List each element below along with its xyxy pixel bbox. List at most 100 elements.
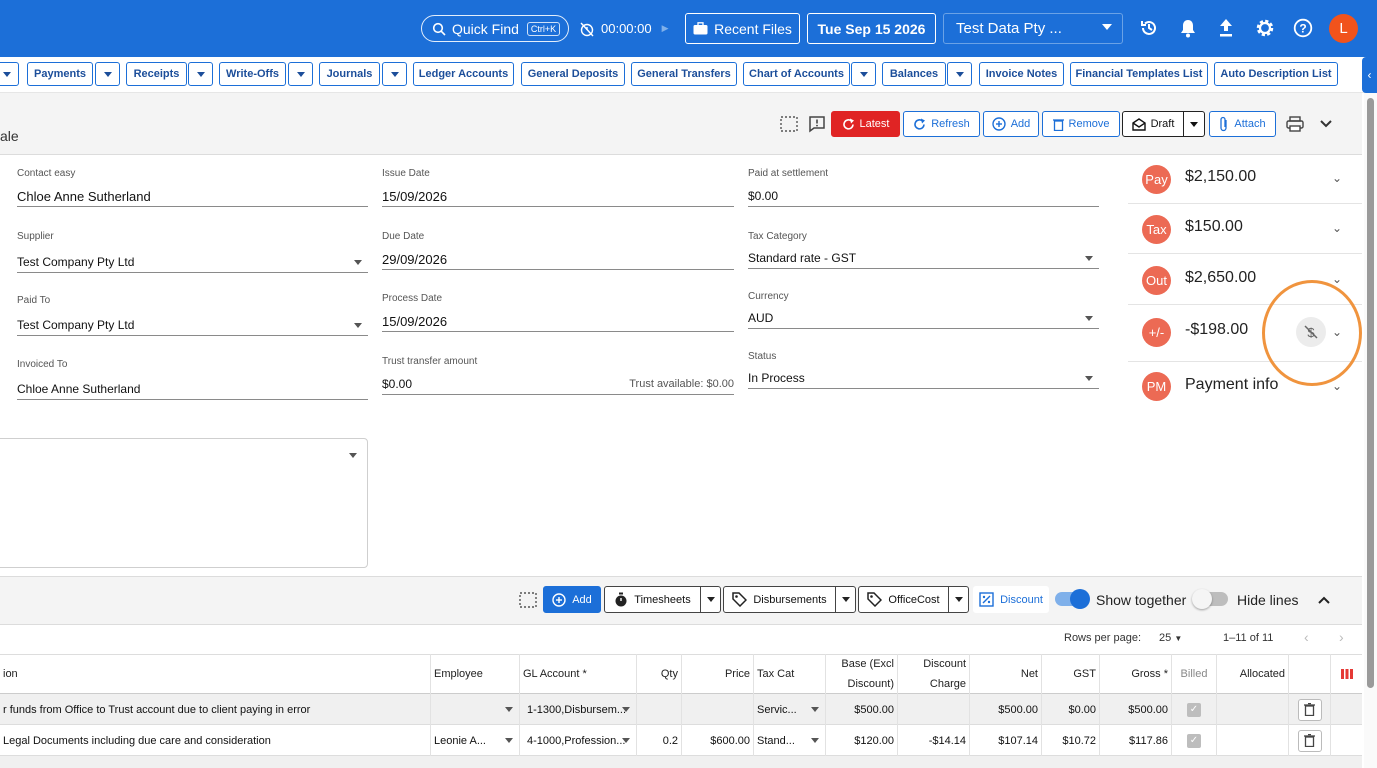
summary-pay[interactable]: Pay $2,150.00 ⌄ <box>1128 154 1362 204</box>
select-area-icon[interactable] <box>779 114 799 134</box>
nav-chart-dropdown[interactable] <box>851 62 876 86</box>
col-qty[interactable]: Qty <box>637 654 682 694</box>
issue-date-field[interactable]: 15/09/2026 <box>382 186 734 207</box>
add-line-button[interactable]: Add <box>543 586 601 613</box>
nav-payments[interactable]: Payments <box>27 62 93 86</box>
col-billed[interactable]: Billed <box>1172 654 1217 694</box>
timesheets-dropdown[interactable] <box>700 586 721 613</box>
nav-general-deposits[interactable]: General Deposits <box>521 62 625 86</box>
col-discount[interactable]: Discount Charge <box>898 654 970 694</box>
nav-financial-templates[interactable]: Financial Templates List <box>1070 62 1208 86</box>
quick-find-button[interactable]: Quick Find Ctrl+K <box>421 15 569 42</box>
table-row[interactable]: r funds from Office to Trust account due… <box>0 694 1362 725</box>
summary-tax[interactable]: Tax $150.00 ⌄ <box>1128 204 1362 254</box>
nav-receipts-dropdown[interactable] <box>188 62 213 86</box>
next-page-icon[interactable]: › <box>1339 629 1344 645</box>
col-employee[interactable]: Employee <box>431 654 520 694</box>
cell-price[interactable]: $600.00 <box>682 725 754 756</box>
col-allocated[interactable]: Allocated <box>1217 654 1289 694</box>
nav-chart-of-accounts[interactable]: Chart of Accounts <box>743 62 850 86</box>
nav-journals-dropdown[interactable] <box>382 62 407 86</box>
attach-button[interactable]: Attach <box>1209 111 1276 137</box>
nav-balances-dropdown[interactable] <box>947 62 972 86</box>
nav-dropdown-partial[interactable] <box>0 62 19 86</box>
rows-per-page-select[interactable]: 25 ▼ <box>1159 632 1182 644</box>
scrollbar-thumb[interactable] <box>1367 98 1374 688</box>
comment-alert-icon[interactable] <box>807 114 827 134</box>
nav-balances[interactable]: Balances <box>882 62 946 86</box>
contact-field[interactable]: Chloe Anne Sutherland <box>17 186 368 207</box>
cell-employee[interactable]: Leonie A... <box>431 725 520 756</box>
billed-checkbox[interactable]: ✓ <box>1187 702 1201 717</box>
paid-at-settlement-field[interactable]: $0.00 <box>748 186 1099 207</box>
col-description[interactable]: ion <box>0 654 431 694</box>
timer[interactable]: 00:00:00 ▶ <box>573 15 677 42</box>
notes-field[interactable] <box>0 438 368 568</box>
tax-category-select[interactable]: Standard rate - GST <box>748 248 1099 269</box>
organisation-select[interactable]: Test Data Pty ... <box>943 13 1123 44</box>
hide-lines-toggle[interactable] <box>1192 589 1228 609</box>
chevron-down-icon[interactable]: ⌄ <box>1332 221 1342 235</box>
officecost-button[interactable]: OfficeCost <box>858 586 949 613</box>
nav-ledger-accounts[interactable]: Ledger Accounts <box>413 62 514 86</box>
cell-employee[interactable] <box>431 694 520 725</box>
columns-icon[interactable] <box>1331 654 1362 694</box>
col-price[interactable]: Price <box>682 654 754 694</box>
col-gross[interactable]: Gross * <box>1100 654 1172 694</box>
disbursements-dropdown[interactable] <box>835 586 856 613</box>
nav-auto-description[interactable]: Auto Description List <box>1214 62 1338 86</box>
nav-write-offs-dropdown[interactable] <box>288 62 313 86</box>
cell-price[interactable] <box>682 694 754 725</box>
col-gl-account[interactable]: GL Account * <box>520 654 637 694</box>
timesheets-button[interactable]: Timesheets <box>604 586 701 613</box>
disbursements-button[interactable]: Disbursements <box>723 586 836 613</box>
discount-button[interactable]: Discount <box>973 586 1049 613</box>
print-icon[interactable] <box>1285 114 1305 134</box>
table-row[interactable] <box>0 756 1362 768</box>
recent-files-button[interactable]: Recent Files <box>685 13 800 44</box>
nav-write-offs[interactable]: Write-Offs <box>219 62 286 86</box>
cell-gl-account[interactable]: 4-1000,Profession... <box>520 725 637 756</box>
prev-page-icon[interactable]: ‹ <box>1304 629 1309 645</box>
gear-icon[interactable] <box>1254 17 1276 39</box>
col-gst[interactable]: GST <box>1042 654 1100 694</box>
cell-tax-cat[interactable]: Stand... <box>754 725 826 756</box>
col-tax-cat[interactable]: Tax Cat <box>754 654 826 694</box>
cell-billed[interactable]: ✓ <box>1172 725 1217 756</box>
draft-dropdown[interactable] <box>1183 111 1205 137</box>
history-icon[interactable] <box>1138 17 1160 39</box>
delete-row-button[interactable] <box>1297 729 1322 752</box>
select-area-icon[interactable] <box>518 590 538 610</box>
refresh-button[interactable]: Refresh <box>903 111 980 137</box>
chevron-down-icon[interactable]: ⌄ <box>1332 272 1342 286</box>
show-together-toggle[interactable] <box>1055 589 1090 609</box>
process-date-field[interactable]: 15/09/2026 <box>382 311 734 332</box>
trust-transfer-field[interactable]: $0.00 Trust available: $0.00 <box>382 374 734 395</box>
officecost-dropdown[interactable] <box>948 586 969 613</box>
cell-qty[interactable]: 0.2 <box>637 725 682 756</box>
nav-journals[interactable]: Journals <box>319 62 380 86</box>
status-select[interactable]: In Process <box>748 368 1099 389</box>
draft-button[interactable]: Draft <box>1122 111 1184 137</box>
invoiced-to-field[interactable]: Chloe Anne Sutherland <box>17 379 368 400</box>
side-panel-toggle[interactable]: ‹ <box>1362 57 1377 93</box>
avatar[interactable]: L <box>1329 14 1358 43</box>
chevron-down-icon[interactable]: ⌄ <box>1332 171 1342 185</box>
cell-gl-account[interactable]: 1-1300,Disbursem... <box>520 694 637 725</box>
cell-description[interactable]: Legal Documents including due care and c… <box>0 725 431 756</box>
nav-invoice-notes[interactable]: Invoice Notes <box>979 62 1064 86</box>
cell-billed[interactable]: ✓ <box>1172 694 1217 725</box>
cell-tax-cat[interactable]: Servic... <box>754 694 826 725</box>
latest-button[interactable]: Latest <box>831 111 900 137</box>
vertical-scrollbar[interactable] <box>1364 93 1377 768</box>
chevron-down-icon[interactable]: ⌄ <box>1332 379 1342 393</box>
date-button[interactable]: Tue Sep 15 2026 <box>807 13 936 44</box>
currency-select[interactable]: AUD <box>748 308 1099 329</box>
add-button[interactable]: Add <box>983 111 1039 137</box>
help-icon[interactable]: ? <box>1292 17 1314 39</box>
remove-button[interactable]: Remove <box>1042 111 1120 137</box>
col-net[interactable]: Net <box>970 654 1042 694</box>
cell-description[interactable]: r funds from Office to Trust account due… <box>0 694 431 725</box>
bell-icon[interactable] <box>1177 17 1199 39</box>
delete-row-button[interactable] <box>1297 698 1322 721</box>
